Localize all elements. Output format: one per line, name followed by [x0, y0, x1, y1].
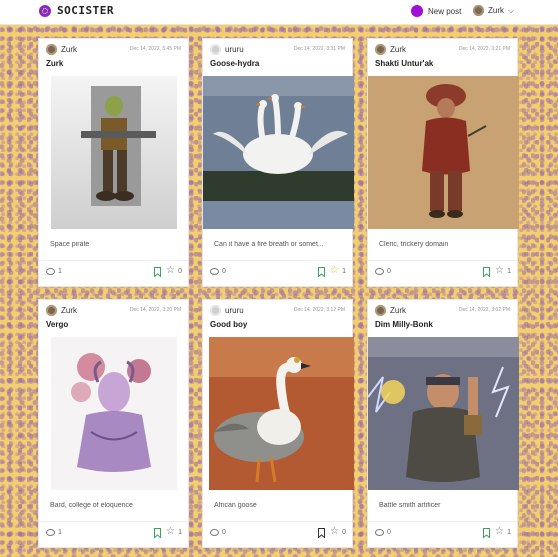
post-image[interactable]: [51, 76, 177, 229]
bookmark-icon[interactable]: [318, 267, 325, 277]
like-count: 1: [342, 268, 346, 275]
star-icon[interactable]: ☆: [330, 266, 339, 276]
post-date: Dec 14, 2022, 3:20 PM: [129, 307, 181, 313]
post-card[interactable]: Zurk Dec 14, 2022, 3:20 PM Vergo Bard, c…: [38, 299, 189, 548]
comment-count: 1: [58, 529, 62, 536]
post-description: Battle smith artificer: [379, 502, 441, 509]
author-avatar[interactable]: [46, 44, 57, 55]
comment-icon: [210, 268, 219, 275]
bookmark-icon[interactable]: [483, 528, 490, 538]
bookmark-icon[interactable]: [154, 528, 161, 538]
star-icon[interactable]: ☆: [330, 527, 339, 537]
post-image[interactable]: [203, 76, 354, 229]
avatar: [473, 5, 484, 16]
comment-button[interactable]: 0: [375, 529, 391, 536]
like-count: 1: [507, 268, 511, 275]
post-card[interactable]: Zurk Dec 14, 2022, 3:21 PM Shakti Untur'…: [367, 38, 519, 287]
comment-count: 0: [222, 268, 226, 275]
new-post-label: New post: [428, 6, 462, 16]
new-post-icon: [411, 5, 423, 17]
author-avatar[interactable]: [375, 44, 386, 55]
post-description: Bard, college of eloquence: [50, 502, 133, 509]
comment-button[interactable]: 0: [210, 268, 226, 275]
logo[interactable]: SOCISTER: [39, 4, 114, 17]
star-icon[interactable]: ☆: [166, 266, 175, 276]
comment-button[interactable]: 0: [210, 529, 226, 536]
post-title: Vergo: [46, 320, 69, 329]
comment-button[interactable]: 1: [46, 529, 62, 536]
author-avatar[interactable]: [210, 305, 221, 316]
user-name: Zurk: [488, 6, 504, 15]
post-title: Shakti Untur'ak: [375, 59, 434, 68]
post-description: African goose: [214, 502, 257, 509]
author-name[interactable]: ururu: [225, 306, 244, 315]
like-count: 0: [342, 529, 346, 536]
chevron-down-icon: ⌵: [508, 5, 515, 15]
new-post-button[interactable]: New post: [411, 5, 461, 17]
comment-icon: [375, 268, 384, 275]
comment-icon: [210, 529, 219, 536]
comment-icon: [375, 529, 384, 536]
author-name[interactable]: Zurk: [61, 306, 77, 315]
comment-icon: [46, 529, 55, 536]
post-card[interactable]: ururu Dec 14, 2022, 3:12 PM Good boy Afr…: [202, 299, 354, 548]
author-avatar[interactable]: [375, 305, 386, 316]
comment-count: 0: [222, 529, 226, 536]
author-name[interactable]: Zurk: [61, 45, 77, 54]
comment-count: 0: [387, 529, 391, 536]
post-date: Dec 14, 2022, 3:02 PM: [458, 307, 510, 313]
post-description: Cleric, trickery domain: [379, 241, 449, 248]
logo-text: SOCISTER: [57, 4, 114, 17]
post-date: Dec 14, 2022, 3:21 PM: [458, 46, 510, 52]
post-image[interactable]: [51, 337, 177, 490]
bookmark-icon[interactable]: [318, 528, 325, 538]
post-date: Dec 14, 2022, 3:12 PM: [293, 307, 345, 313]
like-count: 0: [178, 268, 182, 275]
star-icon[interactable]: ☆: [495, 527, 504, 537]
comment-icon: [46, 268, 55, 275]
star-icon[interactable]: ☆: [166, 527, 175, 537]
author-avatar[interactable]: [46, 305, 57, 316]
comment-count: 0: [387, 268, 391, 275]
top-bar: SOCISTER New post Zurk ⌵: [0, 0, 558, 25]
author-name[interactable]: Zurk: [390, 306, 406, 315]
logo-icon: [39, 4, 51, 17]
like-count: 1: [178, 529, 182, 536]
comment-button[interactable]: 1: [46, 268, 62, 275]
post-title: Dim Milly-Bonk: [375, 320, 433, 329]
post-date: Dec 14, 2022, 5:45 PM: [129, 46, 181, 52]
post-title: Goose-hydra: [210, 59, 260, 68]
bookmark-icon[interactable]: [483, 267, 490, 277]
post-image[interactable]: [368, 76, 519, 229]
post-card[interactable]: Zurk Dec 14, 2022, 3:02 PM Dim Milly-Bon…: [367, 299, 519, 548]
post-title: Good boy: [210, 320, 248, 329]
post-card[interactable]: Zurk Dec 14, 2022, 5:45 PM Zurk Space pi…: [38, 38, 189, 287]
author-avatar[interactable]: [210, 44, 221, 55]
post-description: Space pirate: [50, 241, 90, 248]
author-name[interactable]: Zurk: [390, 45, 406, 54]
comment-button[interactable]: 0: [375, 268, 391, 275]
post-card[interactable]: ururu Dec 14, 2022, 3:31 PM Goose-hydra …: [202, 38, 354, 287]
post-date: Dec 14, 2022, 3:31 PM: [293, 46, 345, 52]
comment-count: 1: [58, 268, 62, 275]
post-title: Zurk: [46, 59, 64, 68]
like-count: 1: [507, 529, 511, 536]
post-image[interactable]: [209, 337, 354, 490]
author-name[interactable]: ururu: [225, 45, 244, 54]
user-menu[interactable]: Zurk ⌵: [473, 5, 514, 16]
bookmark-icon[interactable]: [154, 267, 161, 277]
star-icon[interactable]: ☆: [495, 266, 504, 276]
post-image[interactable]: [368, 337, 519, 490]
post-description: Can it have a fire breath or somet...: [214, 241, 324, 248]
